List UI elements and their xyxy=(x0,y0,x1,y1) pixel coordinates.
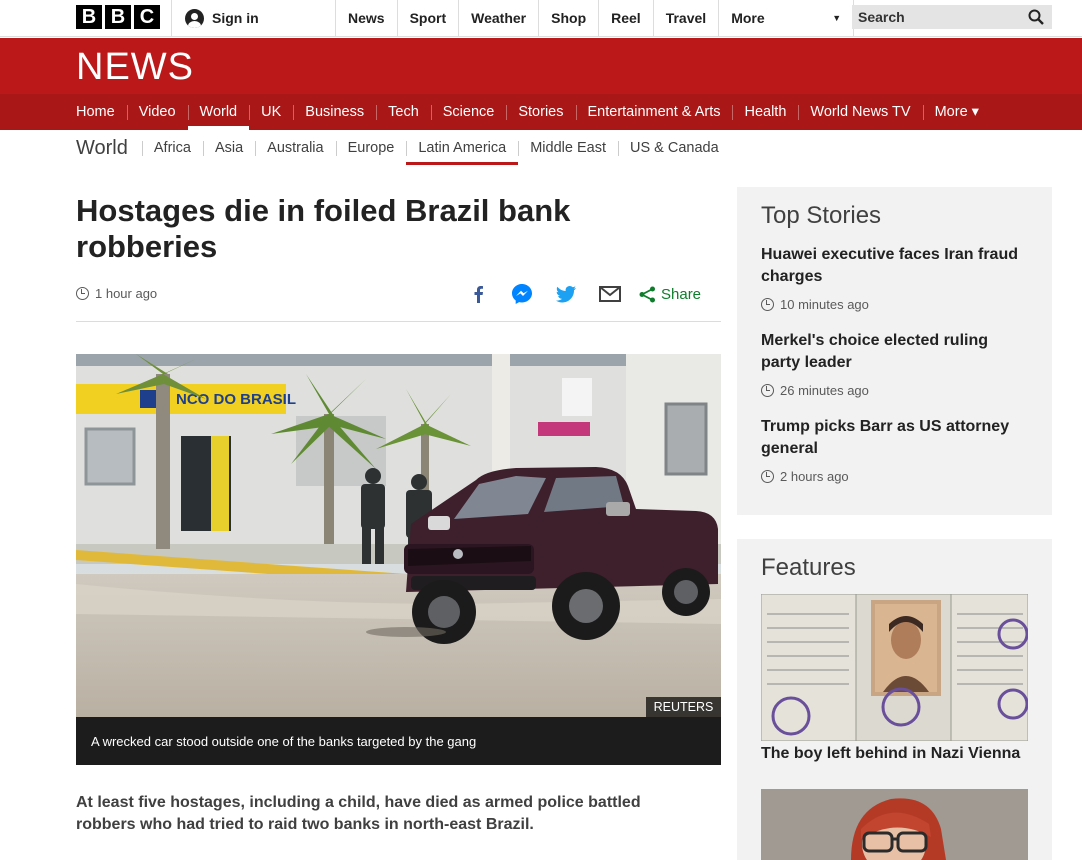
sign-in-link[interactable]: Sign in xyxy=(171,0,335,36)
features-panel: Features The boy left behind in Nazi Vie… xyxy=(737,539,1052,860)
story-time: 26 minutes ago xyxy=(780,383,869,398)
global-nav-news[interactable]: News xyxy=(335,0,397,36)
twitter-icon[interactable] xyxy=(554,282,578,306)
logo-letter: B xyxy=(76,5,102,29)
story-title[interactable]: Huawei executive faces Iran fraud charge… xyxy=(761,244,1027,288)
story-timestamp: 26 minutes ago xyxy=(761,383,1027,398)
search-icon[interactable] xyxy=(1028,9,1044,25)
story-title[interactable]: Merkel's choice elected ruling party lea… xyxy=(761,330,1027,374)
subnav-item-africa[interactable]: Africa xyxy=(141,131,203,165)
story-title[interactable]: Trump picks Barr as US attorney general xyxy=(761,416,1027,460)
share-icon xyxy=(639,286,655,302)
section-nav: World Africa Asia Australia Europe Latin… xyxy=(76,131,731,165)
share-button[interactable]: Share xyxy=(639,286,701,303)
image-caption: A wrecked car stood outside one of the b… xyxy=(76,717,721,765)
nav-item-tech[interactable]: Tech xyxy=(376,94,431,130)
article-intro: At least five hostages, including a chil… xyxy=(76,794,641,833)
divider xyxy=(76,321,721,322)
share-tools: Share xyxy=(466,282,701,306)
search-placeholder: Search xyxy=(858,9,905,25)
subnav-item-asia[interactable]: Asia xyxy=(202,131,255,165)
story-time: 10 minutes ago xyxy=(780,297,869,312)
feature-image[interactable] xyxy=(761,594,1028,741)
news-logo[interactable]: NEWS xyxy=(76,46,194,89)
global-nav-shop[interactable]: Shop xyxy=(538,0,598,36)
subnav-item-middle-east[interactable]: Middle East xyxy=(518,131,618,165)
top-stories-title: Top Stories xyxy=(761,202,882,229)
sign-in-label: Sign in xyxy=(212,10,259,26)
news-banner: NEWS xyxy=(0,38,1082,94)
nav-item-uk[interactable]: UK xyxy=(249,94,293,130)
nav-item-health[interactable]: Health xyxy=(732,94,798,130)
subnav-item-us-canada[interactable]: US & Canada xyxy=(617,131,731,165)
share-label: Share xyxy=(661,285,702,303)
caret-down-icon: ▼ xyxy=(832,13,842,23)
logo-letter: B xyxy=(105,5,131,29)
nav-item-video[interactable]: Video xyxy=(126,94,188,130)
more-label: More xyxy=(731,10,765,26)
feature-image[interactable] xyxy=(761,789,1028,860)
nav-item-world[interactable]: World xyxy=(187,94,250,130)
nav-item-science[interactable]: Science xyxy=(430,94,507,130)
subnav-item-australia[interactable]: Australia xyxy=(255,131,335,165)
top-story-item[interactable]: Merkel's choice elected ruling party lea… xyxy=(761,330,1027,398)
main-nav: Home Video World UK Business Tech Scienc… xyxy=(0,94,1082,130)
nav-item-more[interactable]: More ▾ xyxy=(922,94,991,130)
global-header: B B C Sign in News Sport Weather Shop Re… xyxy=(0,0,1082,37)
article-headline: Hostages die in foiled Brazil bank robbe… xyxy=(76,193,571,264)
nav-item-home[interactable]: Home xyxy=(64,94,127,130)
nav-item-business[interactable]: Business xyxy=(293,94,376,130)
nav-item-world-news-tv[interactable]: World News TV xyxy=(798,94,922,130)
facebook-icon[interactable] xyxy=(466,282,490,306)
clock-icon xyxy=(761,298,774,311)
story-timestamp: 2 hours ago xyxy=(761,469,1027,484)
image-credit: REUTERS xyxy=(646,697,721,717)
subnav-item-latin-america[interactable]: Latin America xyxy=(406,131,519,165)
story-time: 2 hours ago xyxy=(780,469,849,484)
story-timestamp: 10 minutes ago xyxy=(761,297,1027,312)
section-title[interactable]: World xyxy=(76,137,142,160)
email-icon[interactable] xyxy=(598,282,622,306)
clock-icon xyxy=(76,287,89,300)
nav-item-stories[interactable]: Stories xyxy=(506,94,575,130)
global-nav-weather[interactable]: Weather xyxy=(458,0,538,36)
logo-letter: C xyxy=(134,5,160,29)
global-nav-sport[interactable]: Sport xyxy=(396,0,459,36)
nav-item-entertainment[interactable]: Entertainment & Arts xyxy=(575,94,733,130)
timestamp-text: 1 hour ago xyxy=(95,286,158,301)
feature-title[interactable]: The boy left behind in Nazi Vienna xyxy=(761,745,1031,763)
bbc-logo[interactable]: B B C xyxy=(76,5,160,29)
global-nav: News Sport Weather Shop Reel Travel More… xyxy=(335,0,855,36)
top-story-item[interactable]: Huawei executive faces Iran fraud charge… xyxy=(761,244,1027,312)
hero-image: NCO DO BRASIL xyxy=(76,354,721,717)
search-input[interactable]: Search xyxy=(852,5,1052,29)
top-story-item[interactable]: Trump picks Barr as US attorney general … xyxy=(761,416,1027,484)
article-timestamp: 1 hour ago xyxy=(76,286,157,301)
features-title: Features xyxy=(761,554,856,581)
subnav-item-europe[interactable]: Europe xyxy=(335,131,407,165)
global-nav-reel[interactable]: Reel xyxy=(598,0,653,36)
clock-icon xyxy=(761,384,774,397)
user-icon xyxy=(185,8,204,28)
clock-icon xyxy=(761,470,774,483)
messenger-icon[interactable] xyxy=(510,282,534,306)
top-stories-panel: Top Stories Huawei executive faces Iran … xyxy=(737,187,1052,515)
global-nav-more[interactable]: More ▼ xyxy=(718,0,855,36)
global-nav-travel[interactable]: Travel xyxy=(652,0,718,36)
